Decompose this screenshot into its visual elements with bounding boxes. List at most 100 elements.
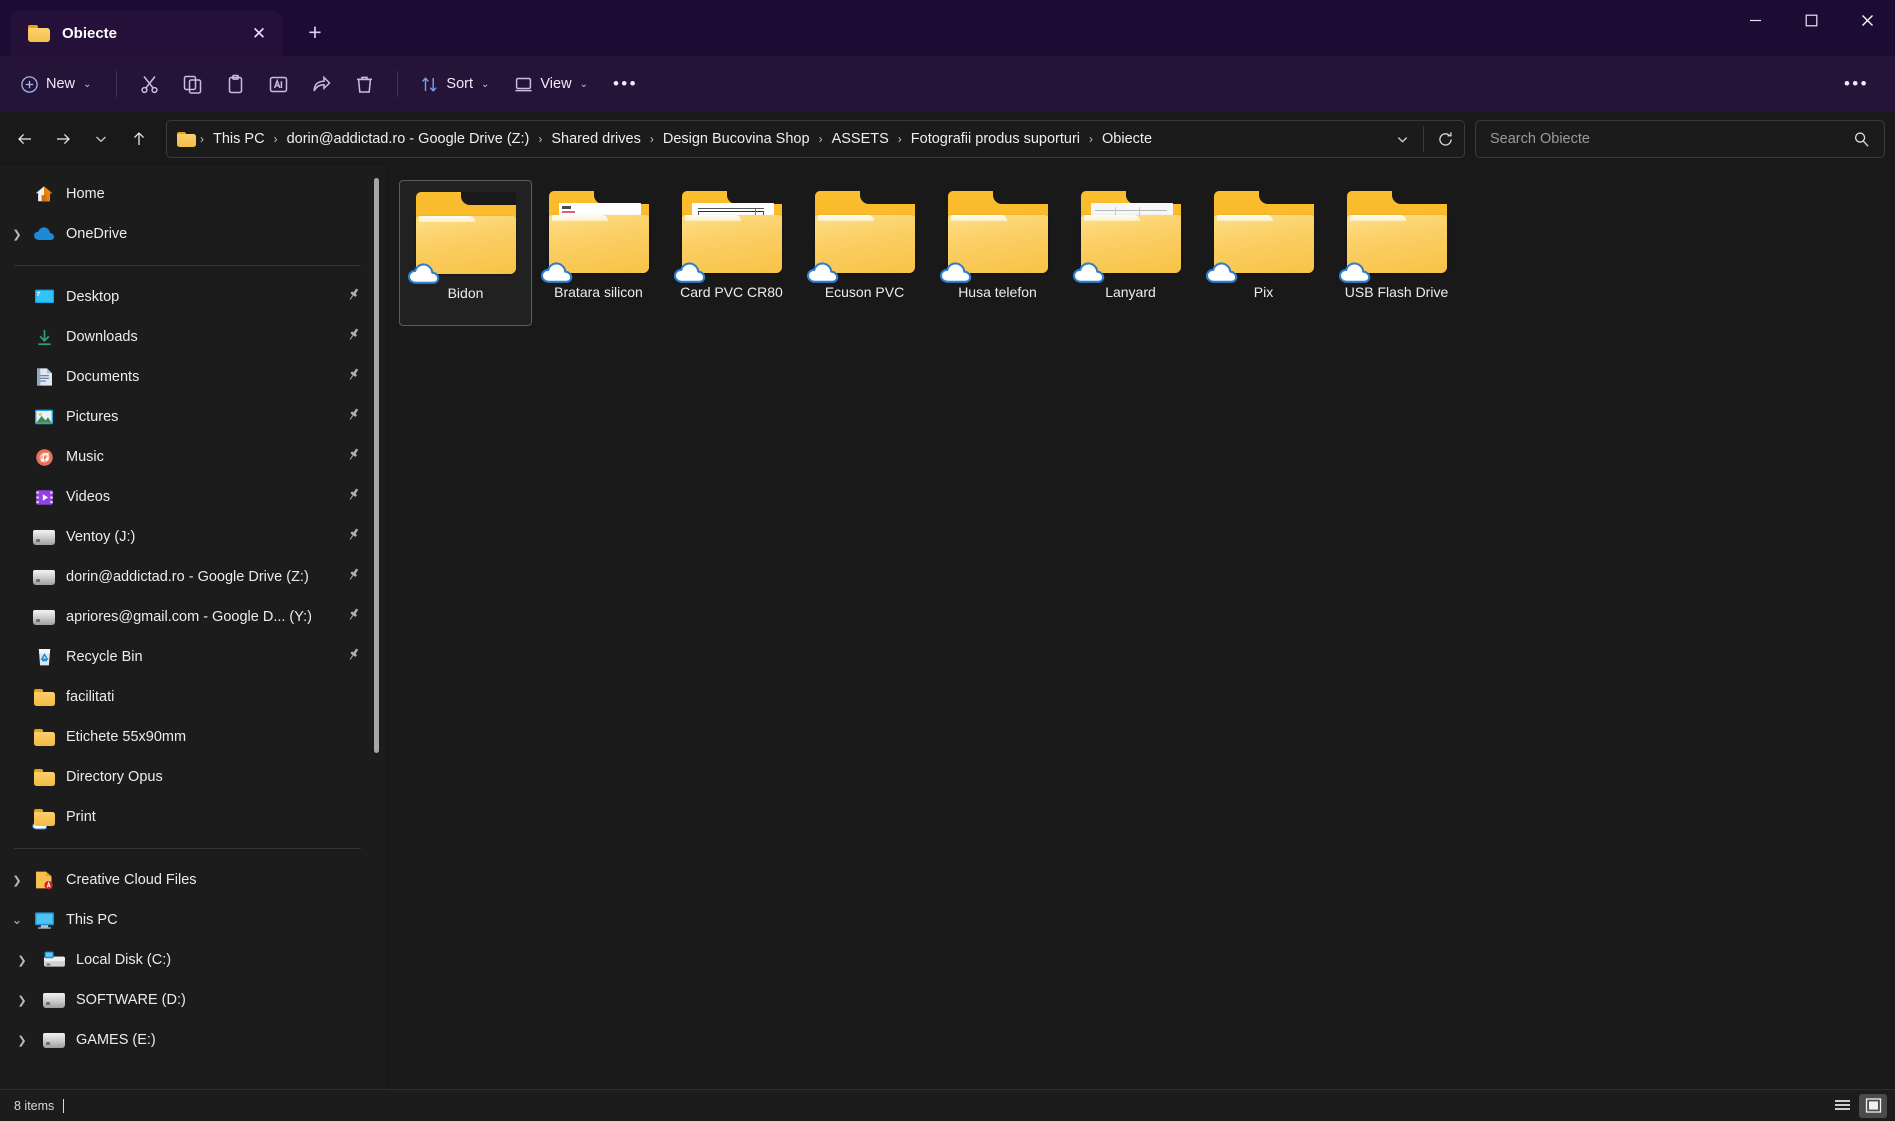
breadcrumb-bar[interactable]: › This PC › dorin@addictad.ro - Google D…	[166, 120, 1465, 158]
refresh-button[interactable]	[1428, 122, 1462, 156]
sidebar-item-home[interactable]: Home	[4, 174, 371, 214]
folder-item[interactable]: Pix	[1197, 180, 1330, 326]
folder-icon	[30, 768, 58, 786]
sidebar-item-ventoy-j[interactable]: Ventoy (J:)	[4, 517, 371, 557]
search-input[interactable]	[1490, 131, 1844, 147]
new-button[interactable]: New ⌄	[10, 65, 104, 103]
folder-item[interactable]: Bidon	[399, 180, 532, 326]
pin-icon[interactable]	[346, 607, 361, 627]
cloud-icon	[30, 226, 58, 242]
chevron-right-icon[interactable]: ❯	[4, 228, 30, 241]
pin-icon[interactable]	[346, 447, 361, 467]
sidebar-item-apriores-gmail-com-google-d-y[interactable]: apriores@gmail.com - Google D... (Y:)	[4, 597, 371, 637]
sidebar-item-recycle-bin[interactable]: Recycle Bin	[4, 637, 371, 677]
sidebar-item-etichete-55x90mm[interactable]: Etichete 55x90mm	[4, 717, 371, 757]
sort-button[interactable]: Sort ⌄	[410, 65, 502, 103]
cloud-sync-icon	[1072, 262, 1104, 283]
paste-button[interactable]	[215, 65, 256, 103]
folder-icon	[540, 189, 651, 283]
sidebar-item-documents[interactable]: Documents	[4, 357, 371, 397]
breadcrumb-dropdown-button[interactable]	[1385, 122, 1419, 156]
pin-icon[interactable]	[346, 287, 361, 307]
folder-item[interactable]: Husa telefon	[931, 180, 1064, 326]
arrow-left-icon	[18, 133, 31, 145]
breadcrumb-item-4[interactable]: ASSETS	[825, 127, 896, 151]
sidebar-item-videos[interactable]: Videos	[4, 477, 371, 517]
chevron-right-icon[interactable]: ❯	[4, 1034, 40, 1047]
sidebar-item-label: Recycle Bin	[66, 649, 143, 665]
folder-item[interactable]: Bratara silicon	[532, 180, 665, 326]
pin-icon[interactable]	[346, 407, 361, 427]
close-tab-icon[interactable]: ✕	[244, 18, 274, 48]
chevron-down-icon: ⌄	[83, 78, 92, 90]
breadcrumb: › This PC › dorin@addictad.ro - Google D…	[177, 127, 1385, 151]
breadcrumb-item-5[interactable]: Fotografii produs suporturi	[904, 127, 1087, 151]
pin-icon[interactable]	[346, 527, 361, 547]
new-tab-button[interactable]: +	[296, 13, 334, 51]
breadcrumb-item-6[interactable]: Obiecte	[1095, 127, 1159, 151]
more-options-button[interactable]: •••	[603, 65, 648, 103]
rename-button[interactable]	[258, 65, 299, 103]
folder-icon	[28, 24, 50, 42]
sidebar-item-onedrive[interactable]: ❯ OneDrive	[4, 214, 371, 254]
sidebar-item-directory-opus[interactable]: Directory Opus	[4, 757, 371, 797]
folder-item[interactable]: Card PVC CR80	[665, 180, 798, 326]
system-drive-icon	[40, 951, 68, 969]
pin-icon[interactable]	[346, 327, 361, 347]
breadcrumb-item-3[interactable]: Design Bucovina Shop	[656, 127, 817, 151]
sidebar-item-downloads[interactable]: Downloads	[4, 317, 371, 357]
sidebar-item-dorin-addictad-ro-google-drive-z[interactable]: dorin@addictad.ro - Google Drive (Z:)	[4, 557, 371, 597]
sidebar-item-local-disk-c[interactable]: ❯ Local Disk (C:)	[4, 940, 371, 980]
minimize-icon[interactable]	[1727, 0, 1783, 40]
forward-button[interactable]	[44, 120, 82, 158]
window-more-button[interactable]: •••	[1834, 65, 1879, 103]
cut-button[interactable]	[129, 65, 170, 103]
pin-icon[interactable]	[346, 567, 361, 587]
folder-item[interactable]: Lanyard	[1064, 180, 1197, 326]
toolbar-divider	[116, 71, 118, 97]
breadcrumb-item-0[interactable]: This PC	[206, 127, 272, 151]
sidebar-item-print[interactable]: Print	[4, 797, 371, 837]
large-icons-view-button[interactable]	[1859, 1093, 1887, 1118]
recent-locations-button[interactable]	[82, 120, 120, 158]
chevron-down-icon[interactable]: ⌄	[4, 912, 30, 928]
delete-button[interactable]	[344, 65, 385, 103]
folder-item-label: Ecuson PVC	[824, 284, 905, 300]
up-button[interactable]	[120, 120, 158, 158]
folder-icon	[407, 190, 518, 284]
maximize-icon[interactable]	[1783, 0, 1839, 40]
share-button[interactable]	[301, 65, 342, 103]
copy-button[interactable]	[172, 65, 213, 103]
pin-icon[interactable]	[346, 367, 361, 387]
tab-obiecte[interactable]: Obiecte ✕	[10, 10, 282, 56]
sidebar-item-creative-cloud-files[interactable]: ❯ Creative Cloud Files	[4, 860, 371, 900]
sidebar-scrollbar[interactable]	[374, 178, 379, 753]
folder-item[interactable]: Ecuson PVC	[798, 180, 931, 326]
breadcrumb-item-1[interactable]: dorin@addictad.ro - Google Drive (Z:)	[280, 127, 537, 151]
sidebar-item-pictures[interactable]: Pictures	[4, 397, 371, 437]
search-box[interactable]	[1475, 120, 1885, 158]
chevron-right-icon[interactable]: ❯	[4, 874, 30, 887]
file-list-view[interactable]: Bidon Bratara silicon Card PVC CR80 Ecuson …	[389, 166, 1895, 1089]
sidebar-item-music[interactable]: Music	[4, 437, 371, 477]
pin-icon[interactable]	[346, 647, 361, 667]
sidebar-item-label: Ventoy (J:)	[66, 529, 136, 545]
desktop-icon	[30, 288, 58, 306]
pin-icon[interactable]	[346, 487, 361, 507]
back-button[interactable]	[6, 120, 44, 158]
breadcrumb-item-2[interactable]: Shared drives	[544, 127, 647, 151]
sidebar-item-games-e[interactable]: ❯ GAMES (E:)	[4, 1020, 371, 1060]
sidebar-item-software-d[interactable]: ❯ SOFTWARE (D:)	[4, 980, 371, 1020]
chevron-right-icon[interactable]: ❯	[4, 994, 40, 1007]
sidebar-item-this-pc[interactable]: ⌄ This PC	[4, 900, 371, 940]
toolbar-divider-2	[397, 71, 399, 97]
details-view-button[interactable]	[1828, 1094, 1856, 1118]
close-window-icon[interactable]	[1839, 0, 1895, 40]
sidebar-item-facilitati[interactable]: facilitati	[4, 677, 371, 717]
sidebar-item-desktop[interactable]: Desktop	[4, 277, 371, 317]
folder-icon	[1338, 189, 1449, 283]
chevron-right-icon[interactable]: ❯	[4, 954, 40, 967]
view-button[interactable]: View ⌄	[504, 65, 601, 103]
folder-item[interactable]: USB Flash Drive	[1330, 180, 1463, 326]
search-icon[interactable]	[1844, 122, 1878, 156]
